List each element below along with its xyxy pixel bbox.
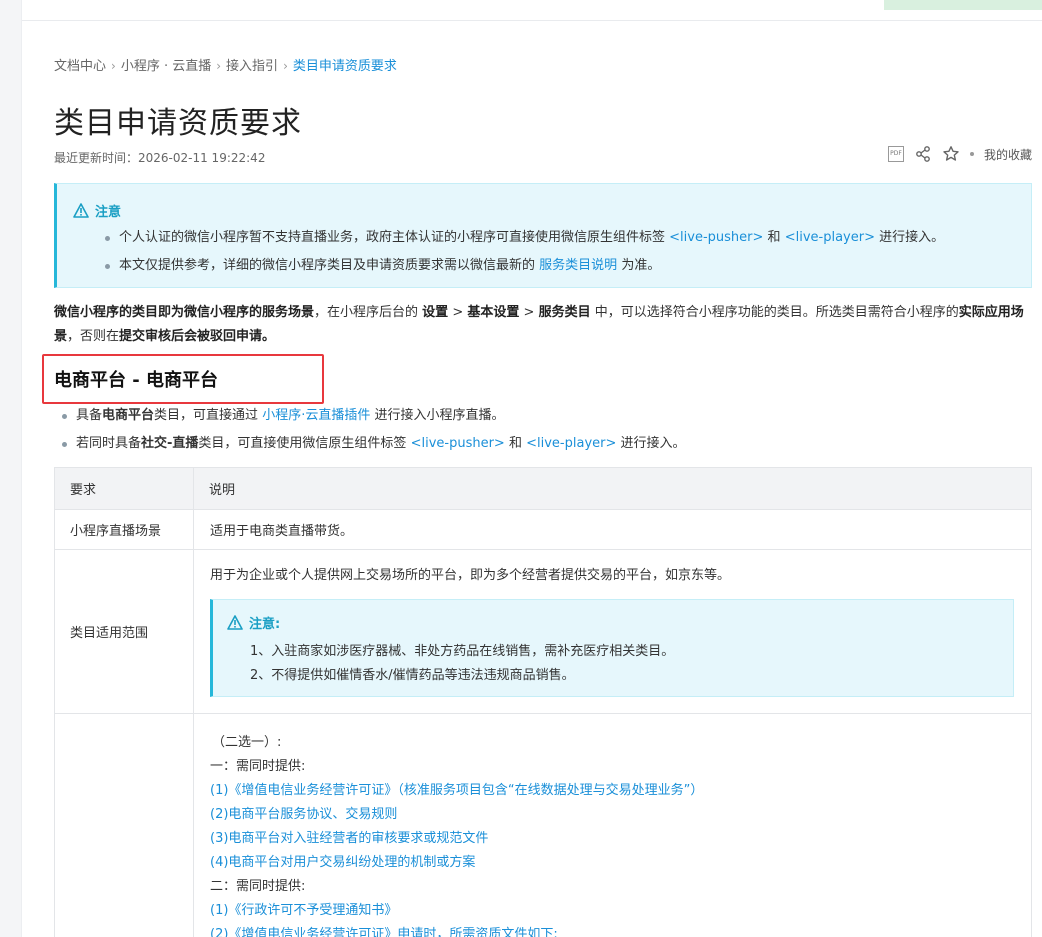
intro-text: > <box>523 305 535 320</box>
qualification-line: (1)《增值电信业务经营许可证》（核准服务项目包含“在线数据处理与交易处理业务”… <box>210 782 704 798</box>
notice-title: 注意 <box>95 205 122 220</box>
table-header-description: 说明 <box>193 467 1032 510</box>
notice-item: 本文仅提供参考，详细的微信小程序类目及申请资质要求需以微信最新的 服务类目说明 … <box>105 252 944 280</box>
notice-item: 个人认证的微信小程序暂不支持直播业务，政府主体认证的小程序可直接使用微信原生组件… <box>105 224 944 252</box>
table-row: （二选一）: 一：需同时提供: (1)《增值电信业务经营许可证》（核准服务项目包… <box>54 713 1032 937</box>
live-plugin-link[interactable]: 小程序·云直播插件 <box>262 408 370 423</box>
live-pusher-link[interactable]: <live-pusher> <box>411 436 505 451</box>
inner-notice-line: 2、不得提供如催情香水/催情药品等违法违规商品销售。 <box>250 668 575 683</box>
share-icon[interactable] <box>914 145 932 163</box>
inner-notice-title: 注意: <box>249 617 281 632</box>
table-cell-label: 小程序直播场景 <box>54 509 194 550</box>
breadcrumb-item-access-guide[interactable]: 接入指引 <box>226 59 278 74</box>
list-text: 具备 <box>76 408 103 423</box>
list-item: 若同时具备社交-直播类目，可直接使用微信原生组件标签 <live-pusher>… <box>62 430 686 458</box>
notice-text: 进行接入。 <box>879 230 945 245</box>
table-header-row: 要求 说明 <box>54 467 1032 510</box>
header-divider <box>22 20 1042 21</box>
table-row: 类目适用范围 用于为企业或个人提供网上交易场所的平台，即为多个经营者提供交易的平… <box>54 549 1032 714</box>
table-cell-label <box>54 713 194 937</box>
chevron-right-icon: › <box>216 59 222 73</box>
table-cell-desc: （二选一）: 一：需同时提供: (1)《增值电信业务经营许可证》（核准服务项目包… <box>193 713 1032 937</box>
table-cell-desc: 适用于电商类直播带货。 <box>193 509 1032 550</box>
breadcrumb-item-doc-center[interactable]: 文档中心 <box>54 59 106 74</box>
notice-text: 为准。 <box>621 258 661 273</box>
qualification-line: (2)《增值电信业务经营许可证》申请时，所需资质文件如下: <box>210 926 558 937</box>
list-text: 若同时具备 <box>76 436 142 451</box>
last-updated: 最近更新时间：2026-02-11 19:22:42 <box>54 151 266 165</box>
breadcrumb-item-current[interactable]: 类目申请资质要求 <box>293 59 397 74</box>
intro-text: 中，可以选择符合小程序功能的类目。所选类目需符合小程序的 <box>594 305 959 320</box>
list-text: 进行接入。 <box>620 436 686 451</box>
chevron-right-icon: › <box>283 59 288 73</box>
list-bold: 社交-直播 <box>141 436 199 451</box>
warning-icon <box>227 615 243 630</box>
intro-text: ，在小程序后台的 <box>314 305 419 320</box>
intro-bold: 提交审核后会被驳回申请。 <box>119 329 276 344</box>
qualification-line: (4)电商平台对用户交易纠纷处理的机制或方案 <box>210 854 476 870</box>
intro-paragraph: 微信小程序的类目即为微信小程序的服务场景，在小程序后台的 设置 > 基本设置 >… <box>54 301 1032 349</box>
intro-bold: 服务类目 <box>538 305 591 320</box>
qualification-line: （二选一）: <box>212 734 282 750</box>
page-title: 类目申请资质要求 <box>54 106 302 141</box>
qualification-line: (3)电商平台对入驻经营者的审核要求或规范文件 <box>210 830 489 846</box>
notice-header: 注意 <box>73 201 121 220</box>
chevron-right-icon: › <box>111 59 116 73</box>
notice-text: 本文仅提供参考，详细的微信小程序类目及申请资质要求需以微信最新的 <box>119 258 536 273</box>
intro-bold: 基本设置 <box>467 305 520 320</box>
table-header-requirement: 要求 <box>54 467 194 510</box>
table-row: 小程序直播场景 适用于电商类直播带货。 <box>54 509 1032 550</box>
top-right-banner <box>884 0 1042 10</box>
notice-text: 个人认证的微信小程序暂不支持直播业务，政府主体认证的小程序可直接使用微信原生组件… <box>119 230 666 245</box>
list-text: 进行接入小程序直播。 <box>374 408 505 423</box>
notice-text: 和 <box>767 230 781 245</box>
qualification-line: (2)电商平台服务协议、交易规则 <box>210 806 398 822</box>
live-player-link[interactable]: <live-player> <box>526 436 616 451</box>
intro-text: ，否则在 <box>67 329 120 344</box>
pdf-icon[interactable]: PDF <box>887 146 904 162</box>
highlight-box <box>42 354 324 404</box>
separator-dot <box>969 152 974 156</box>
left-sidebar-strip <box>0 0 22 937</box>
inner-notice-box: 注意: 1、入驻商家如涉医疗器械、非处方药品在线销售，需补充医疗相关类目。 2、… <box>210 599 1014 697</box>
service-category-link[interactable]: 服务类目说明 <box>539 258 617 273</box>
intro-text: > <box>452 305 464 320</box>
inner-notice-line: 1、入驻商家如涉医疗器械、非处方药品在线销售，需补充医疗相关类目。 <box>250 644 675 659</box>
table-cell-desc: 用于为企业或个人提供网上交易场所的平台，即为多个经营者提供交易的平台，如京东等。… <box>193 549 1032 714</box>
star-icon[interactable] <box>942 145 960 163</box>
qualification-line: 一：需同时提供: <box>210 758 306 774</box>
table-cell-label: 类目适用范围 <box>54 549 194 714</box>
warning-icon <box>73 203 89 218</box>
requirements-table: 要求 说明 小程序直播场景 适用于电商类直播带货。 类目适用范围 用于为企业或个… <box>54 467 1032 937</box>
live-pusher-link[interactable]: <live-pusher> <box>669 230 763 245</box>
doc-toolbar: PDF 我的收藏 <box>887 145 1032 163</box>
scope-description: 用于为企业或个人提供网上交易场所的平台，即为多个经营者提供交易的平台，如京东等。 <box>210 568 731 583</box>
intro-bold: 设置 <box>422 305 449 320</box>
list-item: 具备电商平台类目，可直接通过 小程序·云直播插件 进行接入小程序直播。 <box>62 402 686 430</box>
my-favorites-link[interactable]: 我的收藏 <box>984 146 1032 163</box>
list-bold: 电商平台 <box>102 408 155 423</box>
intro-bold: 微信小程序的类目即为微信小程序的服务场景 <box>54 305 315 320</box>
list-text: 类目，可直接通过 <box>154 408 259 423</box>
inner-notice-header: 注意: <box>227 613 280 632</box>
qualification-line: 二：需同时提供: <box>210 878 306 894</box>
qualification-list: （二选一）: 一：需同时提供: (1)《增值电信业务经营许可证》（核准服务项目包… <box>210 721 1015 937</box>
breadcrumb: 文档中心 › 小程序 · 云直播 › 接入指引 › 类目申请资质要求 <box>54 55 397 74</box>
list-text: 类目，可直接使用微信原生组件标签 <box>198 436 407 451</box>
notice-box: 注意 个人认证的微信小程序暂不支持直播业务，政府主体认证的小程序可直接使用微信原… <box>54 183 1032 288</box>
live-player-link[interactable]: <live-player> <box>785 230 875 245</box>
section-list: 具备电商平台类目，可直接通过 小程序·云直播插件 进行接入小程序直播。 若同时具… <box>62 402 686 458</box>
breadcrumb-item-mini-program-live[interactable]: 小程序 · 云直播 <box>121 59 211 74</box>
qualification-line: (1)《行政许可不予受理通知书》 <box>210 902 398 918</box>
list-text: 和 <box>508 436 522 451</box>
